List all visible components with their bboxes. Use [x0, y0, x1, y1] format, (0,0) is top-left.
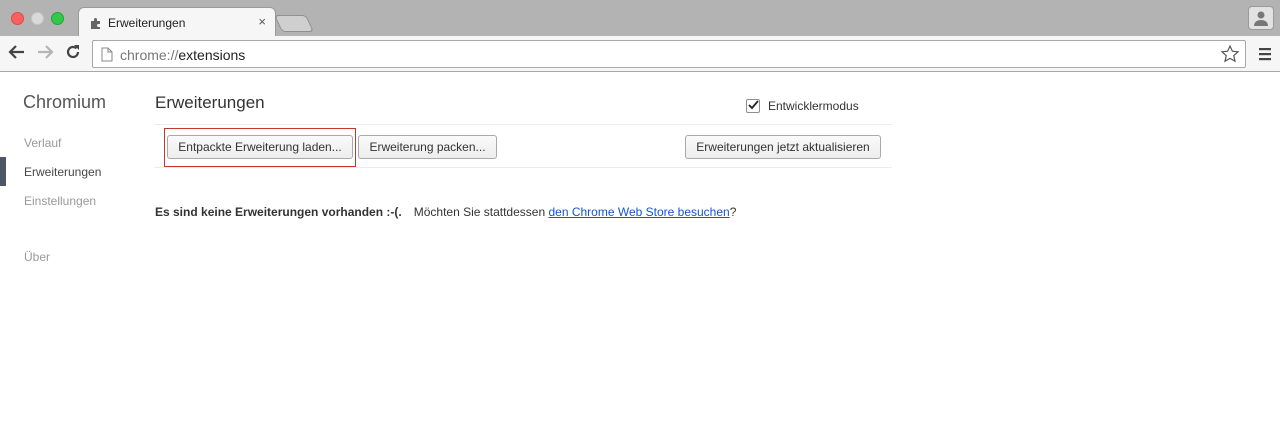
sidebar-item-extensions[interactable]: Erweiterungen [24, 165, 101, 179]
sidebar-item-history[interactable]: Verlauf [24, 136, 61, 150]
back-arrow-icon [8, 44, 26, 65]
star-icon[interactable] [1220, 44, 1240, 64]
page-title: Erweiterungen [155, 93, 265, 112]
window-minimize-button[interactable] [31, 12, 44, 25]
window-close-button[interactable] [11, 12, 24, 25]
tab-title: Erweiterungen [108, 16, 186, 30]
developer-mode-label: Entwicklermodus [768, 99, 859, 113]
title-bar: Erweiterungen × [0, 0, 1280, 37]
page-icon [101, 47, 113, 62]
developer-mode-toggle[interactable]: Entwicklermodus [746, 99, 859, 113]
empty-message-prefix: Möchten Sie stattdessen [413, 205, 549, 219]
brand-title: Chromium [23, 92, 107, 112]
reload-button[interactable] [63, 44, 83, 64]
empty-message-suffix: ? [729, 205, 737, 219]
highlight-box [164, 128, 356, 167]
back-button[interactable] [7, 44, 27, 64]
forward-button[interactable] [35, 44, 55, 64]
sidebar-item-about[interactable]: Über [24, 250, 50, 264]
tab-extensions[interactable]: Erweiterungen × [78, 7, 276, 37]
new-tab-button[interactable] [274, 15, 314, 32]
active-nav-indicator [0, 157, 6, 186]
reload-icon [64, 43, 82, 66]
profile-icon [1249, 11, 1273, 33]
developer-mode-checkbox[interactable] [746, 99, 760, 113]
forward-arrow-icon [36, 44, 54, 65]
address-bar[interactable]: chrome://extensions [92, 40, 1246, 68]
profile-button[interactable] [1248, 6, 1274, 30]
update-extensions-button[interactable]: Erweiterungen jetzt aktualisieren [685, 135, 881, 159]
menu-icon[interactable] [1258, 47, 1272, 61]
pack-extension-button[interactable]: Erweiterung packen... [358, 135, 497, 159]
empty-message: Es sind keine Erweiterungen vorhanden :-… [155, 205, 736, 219]
toolbar: chrome://extensions [0, 36, 1280, 72]
url-text: chrome://extensions [120, 47, 246, 63]
sidebar-item-settings[interactable]: Einstellungen [24, 194, 96, 208]
puzzle-icon [90, 17, 103, 30]
window-maximize-button[interactable] [51, 12, 64, 25]
checkmark-icon [747, 97, 759, 115]
empty-message-bold: Es sind keine Erweiterungen vorhanden :-… [155, 205, 402, 219]
tab-close-icon[interactable]: × [258, 14, 266, 29]
web-store-link[interactable]: den Chrome Web Store besuchen [548, 205, 729, 219]
